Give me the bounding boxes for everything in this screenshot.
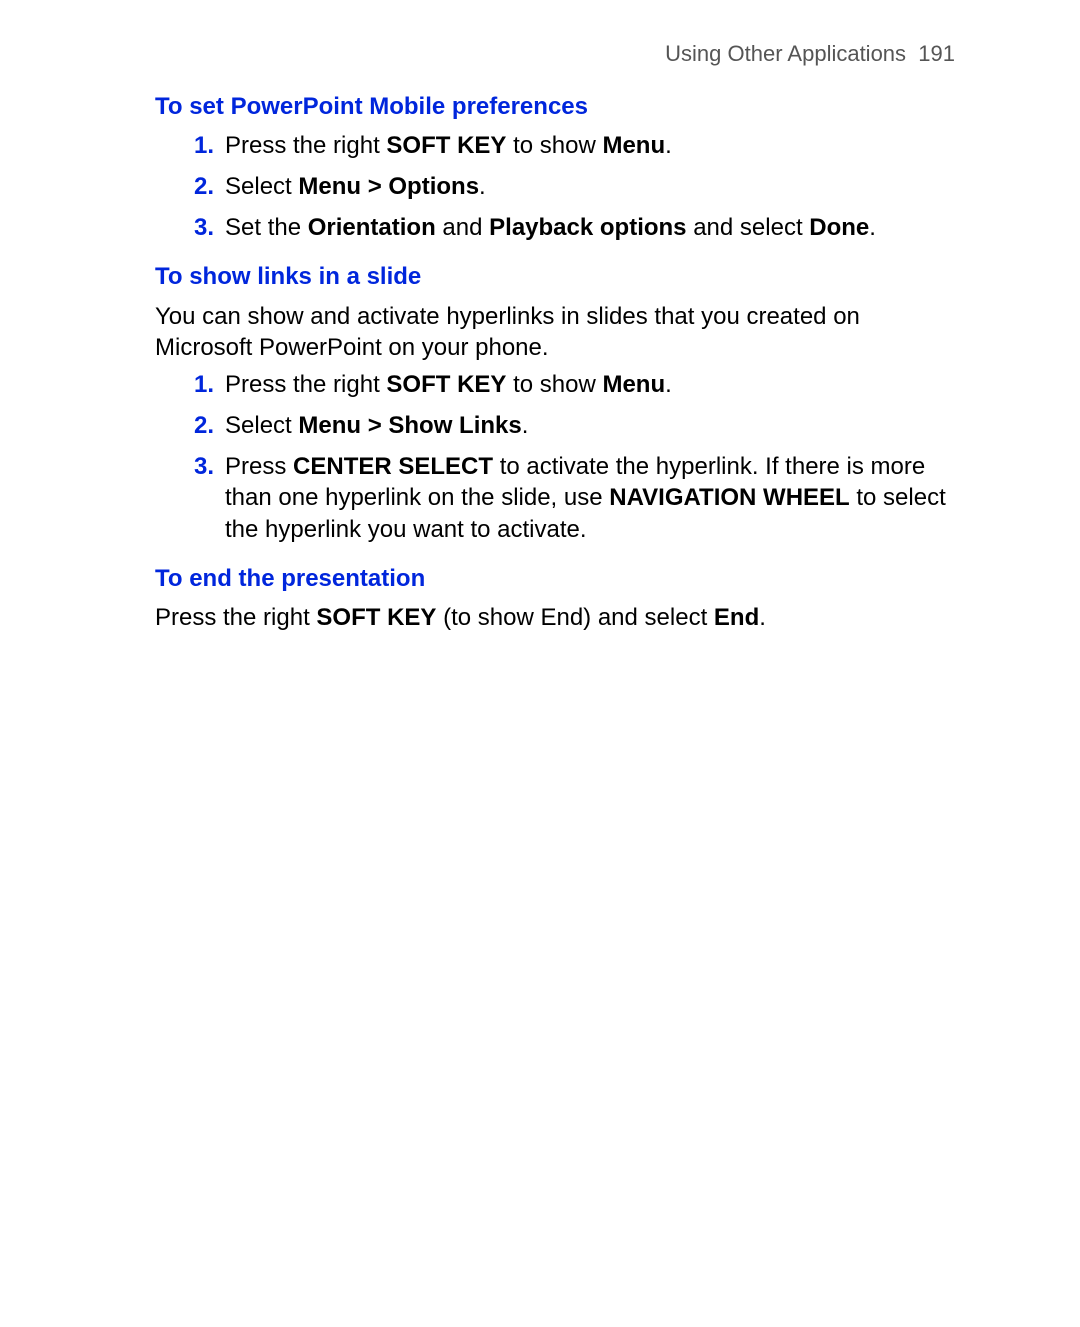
section-heading: To end the presentation <box>155 563 955 594</box>
list-item: 2.Select Menu > Options. <box>210 171 955 202</box>
document-content: To set PowerPoint Mobile preferences1.Pr… <box>155 91 955 634</box>
list-item: 3.Set the Orientation and Playback optio… <box>210 212 955 243</box>
list-item: 1.Press the right SOFT KEY to show Menu. <box>210 130 955 161</box>
section-heading: To set PowerPoint Mobile preferences <box>155 91 955 122</box>
list-item-text: Select Menu > Show Links. <box>225 412 528 439</box>
list-item: 1.Press the right SOFT KEY to show Menu. <box>210 369 955 400</box>
list-item-text: Press the right SOFT KEY to show Menu. <box>225 132 672 159</box>
section-body: You can show and activate hyperlinks in … <box>155 301 955 363</box>
header-title: Using Other Applications <box>665 41 906 66</box>
list-item: 3.Press CENTER SELECT to activate the hy… <box>210 451 955 545</box>
list-item-text: Press the right SOFT KEY to show Menu. <box>225 371 672 398</box>
page-number: 191 <box>918 41 955 66</box>
list-item-text: Set the Orientation and Playback options… <box>225 214 876 241</box>
numbered-list: 1.Press the right SOFT KEY to show Menu.… <box>155 369 955 545</box>
list-item-number: 3. <box>188 451 214 482</box>
list-item-number: 2. <box>188 410 214 441</box>
list-item: 2.Select Menu > Show Links. <box>210 410 955 441</box>
section-heading: To show links in a slide <box>155 261 955 292</box>
list-item-text: Select Menu > Options. <box>225 173 486 200</box>
list-item-number: 3. <box>188 212 214 243</box>
list-item-number: 2. <box>188 171 214 202</box>
section-body: Press the right SOFT KEY (to show End) a… <box>155 602 955 633</box>
numbered-list: 1.Press the right SOFT KEY to show Menu.… <box>155 130 955 244</box>
list-item-number: 1. <box>188 369 214 400</box>
list-item-number: 1. <box>188 130 214 161</box>
page-header: Using Other Applications 191 <box>155 40 955 69</box>
list-item-text: Press CENTER SELECT to activate the hype… <box>225 453 946 542</box>
